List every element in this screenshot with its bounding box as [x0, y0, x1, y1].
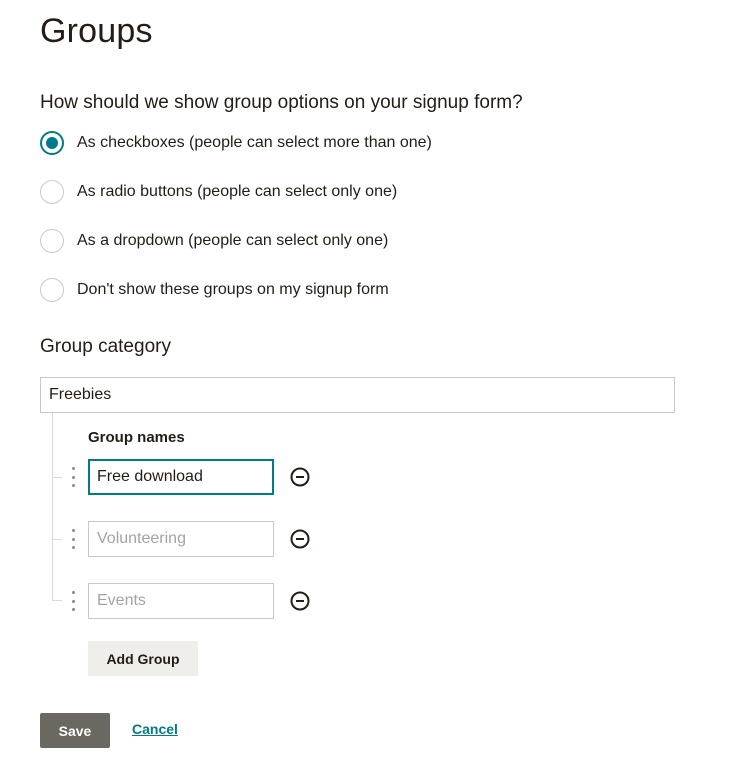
minus-circle-icon [290, 467, 310, 487]
drag-handle-icon[interactable] [70, 529, 76, 549]
group-name-input[interactable] [88, 521, 274, 557]
group-names-label: Group names [88, 429, 185, 446]
option-label: Don't show these groups on my signup for… [77, 281, 389, 298]
remove-group-button[interactable] [289, 590, 311, 612]
radio-dont-show[interactable] [40, 278, 64, 302]
add-group-button[interactable]: Add Group [88, 641, 198, 676]
radio-radio-buttons[interactable] [40, 180, 64, 204]
tree-line [52, 413, 53, 600]
tree-branch [52, 600, 62, 601]
tree-branch [52, 539, 62, 540]
drag-handle-icon[interactable] [70, 467, 76, 487]
remove-group-button[interactable] [289, 466, 311, 488]
remove-group-button[interactable] [289, 528, 311, 550]
option-dropdown[interactable]: As a dropdown (people can select only on… [40, 229, 388, 253]
group-category-heading: Group category [40, 336, 171, 357]
radio-dropdown[interactable] [40, 229, 64, 253]
display-question: How should we show group options on your… [40, 92, 523, 113]
save-button[interactable]: Save [40, 713, 110, 748]
option-checkboxes[interactable]: As checkboxes (people can select more th… [40, 131, 432, 155]
group-name-input[interactable] [88, 583, 274, 619]
minus-circle-icon [290, 591, 310, 611]
drag-handle-icon[interactable] [70, 591, 76, 611]
option-dont-show[interactable]: Don't show these groups on my signup for… [40, 278, 389, 302]
tree-branch [52, 477, 62, 478]
option-label: As radio buttons (people can select only… [77, 183, 398, 200]
cancel-link[interactable]: Cancel [132, 721, 178, 737]
option-label: As checkboxes (people can select more th… [77, 134, 432, 151]
radio-selected-dot [46, 137, 58, 149]
radio-checkboxes[interactable] [40, 131, 64, 155]
option-label: As a dropdown (people can select only on… [77, 232, 389, 249]
minus-circle-icon [290, 529, 310, 549]
option-radio-buttons[interactable]: As radio buttons (people can select only… [40, 180, 397, 204]
page-title: Groups [40, 12, 153, 50]
group-name-input[interactable] [88, 459, 274, 495]
group-category-input[interactable] [40, 377, 675, 413]
